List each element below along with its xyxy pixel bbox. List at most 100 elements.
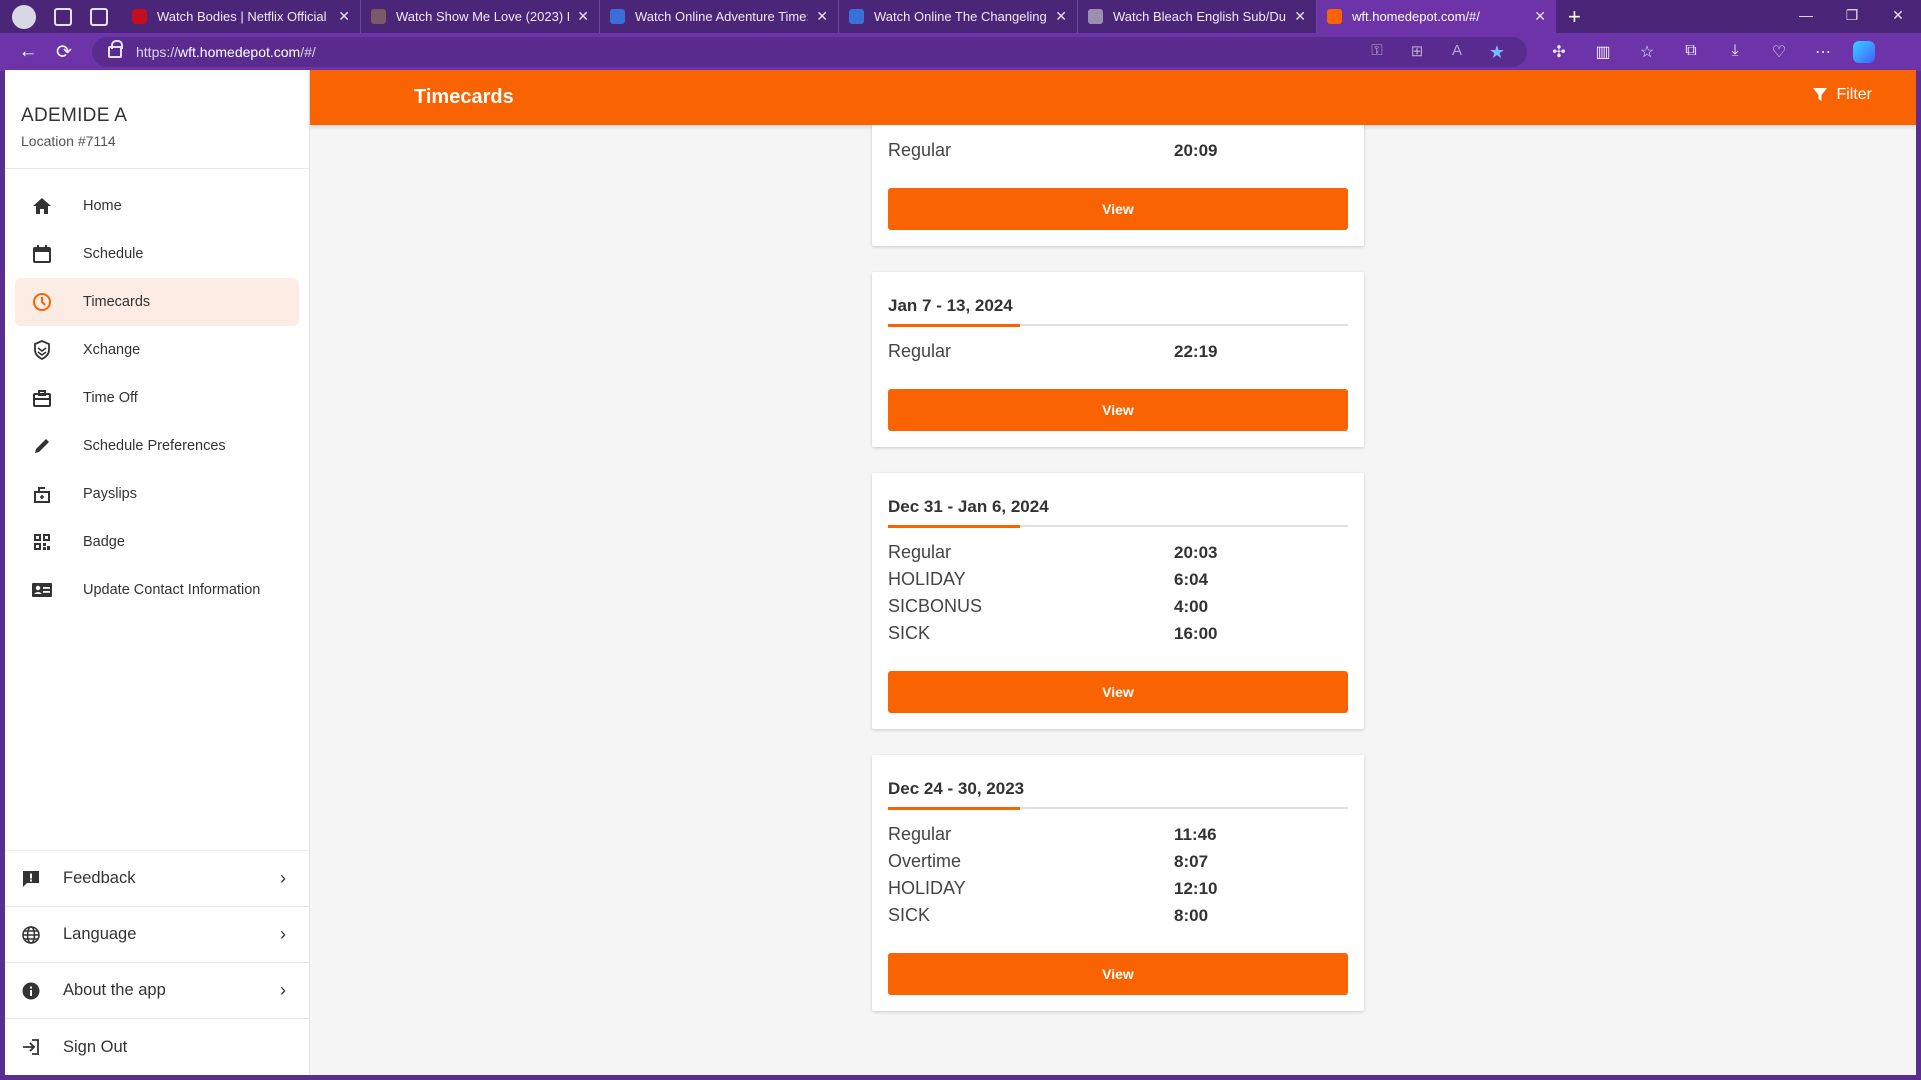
timecard-row: HOLIDAY 6:04 (888, 566, 1348, 593)
extensions-icon[interactable]: ✣ (1537, 42, 1581, 62)
divider (888, 324, 1348, 327)
page-title: Timecards (414, 86, 514, 108)
sidebar-item-timecards[interactable]: Timecards (15, 278, 299, 326)
browser-tab[interactable]: Watch Bleach English Sub/Dub o ✕ (1078, 0, 1317, 33)
timecard-card: Dec 24 - 30, 2023 Regular 11:46 Overtime 8:0… (872, 755, 1364, 1011)
pay-type-label: Overtime (888, 851, 962, 871)
tab-title: Watch Online Adventure Time: Fi (635, 9, 809, 24)
tab-close-icon[interactable]: ✕ (816, 8, 828, 25)
filter-button[interactable]: Filter (1812, 86, 1872, 104)
timecard-row: Regular 20:09 (888, 137, 1348, 164)
pay-type-label: Regular (888, 542, 952, 562)
favorites-icon[interactable]: ☆ (1625, 42, 1669, 62)
sidebar-nav: Home Schedule Timecards Xchange Time Off Sche… (5, 169, 309, 614)
bottom-menu: Feedback › Language › About the app › Sign Out (5, 850, 310, 1075)
performance-icon[interactable]: ♡ (1757, 42, 1801, 62)
timecards-list[interactable]: Regular 20:09 View Jan 7 - 13, 2024 Regular 2… (310, 125, 1916, 1075)
timecard-row: SICK 16:00 (888, 620, 1348, 647)
lock-icon[interactable] (108, 40, 123, 58)
address-bar[interactable]: https://wft.homedepot.com/#/ ⚿ ⊞ A ★ (92, 37, 1527, 67)
copilot-icon[interactable] (1853, 41, 1875, 63)
hours-value: 4:00 (1174, 596, 1209, 616)
menu-item-feedback[interactable]: Feedback › (5, 851, 310, 907)
home-icon (29, 193, 55, 219)
collections-icon[interactable]: ⧉ (1669, 42, 1713, 62)
divider (888, 807, 1348, 810)
browser-tab[interactable]: Watch Show Me Love (2023) Epi ✕ (361, 0, 600, 33)
browser-tab[interactable]: Watch Online Adventure Time: Fi ✕ (600, 0, 839, 33)
sidebar-item-badge[interactable]: Badge (15, 518, 299, 566)
menu-item-sign-out[interactable]: Sign Out (5, 1019, 310, 1075)
menu-item-language[interactable]: Language › (5, 907, 310, 963)
filter-label: Filter (1836, 86, 1872, 103)
hours-value: 20:03 (1174, 542, 1218, 562)
downloads-icon[interactable]: ⤓ (1713, 42, 1757, 62)
favorite-star-icon[interactable]: ★ (1477, 42, 1517, 63)
menu-item-about-the-app[interactable]: About the app › (5, 963, 310, 1019)
browser-tab[interactable]: Watch Online The Changeling 20 ✕ (839, 0, 1078, 33)
profile-avatar-icon[interactable] (12, 4, 36, 29)
sidebar-item-schedule-preferences[interactable]: Schedule Preferences (15, 422, 299, 470)
sidebar-item-home[interactable]: Home (15, 182, 299, 230)
more-icon[interactable]: ⋯ (1801, 42, 1845, 62)
chevron-right-icon: › (280, 980, 286, 1000)
sidebar-item-label: Payslips (83, 486, 137, 502)
sidebar-item-schedule[interactable]: Schedule (15, 230, 299, 278)
tab-favicon-icon (849, 9, 864, 24)
sidebar-item-label: Timecards (83, 294, 151, 310)
sidebar-item-label: Home (83, 198, 122, 214)
view-button[interactable]: View (888, 389, 1348, 431)
view-button[interactable]: View (888, 671, 1348, 713)
pay-type-label: SICK (888, 623, 931, 643)
read-aloud-icon[interactable]: A (1437, 42, 1477, 63)
sidebar-item-label: Time Off (83, 390, 138, 406)
sidebar: ADEMIDE A Location #7114 Home Schedule Tim… (5, 70, 310, 1075)
clock-icon (29, 289, 55, 315)
tab-close-icon[interactable]: ✕ (338, 8, 350, 25)
tab-favicon-icon (1327, 9, 1342, 24)
view-button[interactable]: View (888, 953, 1348, 995)
workspaces-icon[interactable] (54, 7, 72, 26)
restore-icon[interactable]: ❐ (1829, 0, 1875, 33)
menu-item-label: Language (63, 925, 137, 943)
divider (888, 525, 1348, 528)
tab-close-icon[interactable]: ✕ (1534, 8, 1546, 25)
close-window-icon[interactable]: ✕ (1875, 0, 1921, 33)
pay-type-label: SICK (888, 905, 931, 925)
info-icon (19, 981, 43, 1001)
view-button[interactable]: View (888, 188, 1348, 230)
sidebar-item-payslips[interactable]: Payslips (15, 470, 299, 518)
hours-value: 11:46 (1174, 824, 1217, 844)
globe-icon (19, 925, 43, 945)
refresh-icon[interactable]: ⟳ (46, 41, 82, 64)
sidebar-item-update-contact-information[interactable]: Update Contact Information (15, 566, 299, 614)
sidebar-item-time-off[interactable]: Time Off (15, 374, 299, 422)
hours-value: 8:07 (1174, 851, 1209, 871)
timecard-row: Regular 22:19 (888, 338, 1348, 365)
pay-type-label: Regular (888, 341, 952, 361)
apps-icon[interactable]: ⊞ (1397, 42, 1437, 63)
pencil-icon (29, 433, 55, 459)
hours-value: 12:10 (1174, 878, 1218, 898)
menu-item-label: Sign Out (63, 1037, 128, 1056)
tab-close-icon[interactable]: ✕ (1055, 8, 1067, 25)
tab-title: Watch Show Me Love (2023) Epi (396, 9, 570, 24)
split-screen-icon[interactable]: ▥ (1581, 42, 1625, 62)
hours-value: 22:19 (1174, 341, 1218, 361)
tab-close-icon[interactable]: ✕ (1294, 8, 1306, 25)
sidebar-item-label: Xchange (83, 342, 141, 358)
menu-item-label: About the app (63, 981, 166, 999)
back-icon[interactable]: ← (10, 41, 46, 63)
new-tab-icon[interactable]: + (1568, 4, 1581, 30)
qr-code-icon (29, 529, 55, 555)
timecard-period: Jan 7 - 13, 2024 (888, 296, 1013, 315)
sidebar-item-xchange[interactable]: Xchange (15, 326, 299, 374)
timecard-period: Dec 24 - 30, 2023 (888, 779, 1025, 798)
browser-tab[interactable]: wft.homedepot.com/#/ ✕ (1317, 0, 1556, 33)
minimize-icon[interactable]: — (1783, 0, 1829, 33)
key-icon[interactable]: ⚿ (1357, 42, 1397, 63)
browser-tab[interactable]: Watch Bodies | Netflix Official Sit ✕ (122, 0, 361, 33)
pay-type-label: Regular (888, 824, 952, 844)
tab-close-icon[interactable]: ✕ (577, 8, 589, 25)
tab-actions-icon[interactable] (90, 7, 108, 26)
